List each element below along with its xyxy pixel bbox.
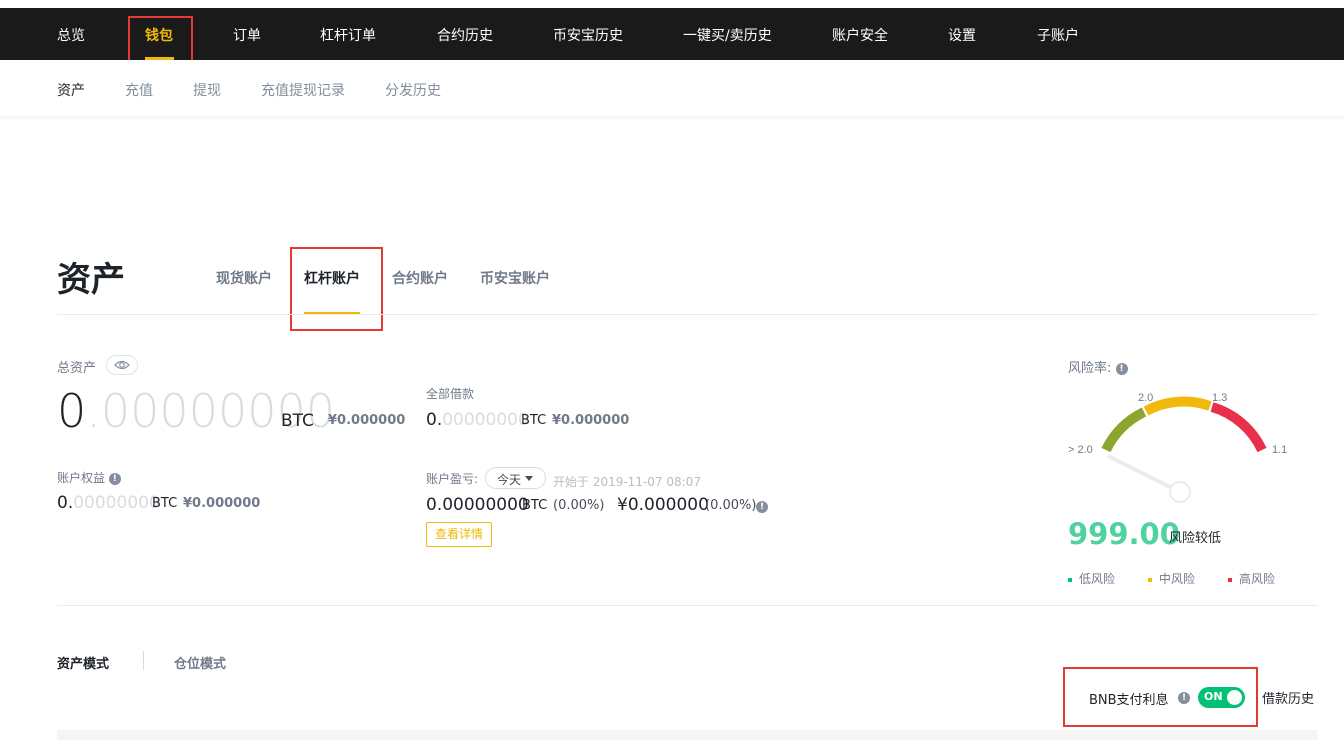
pnl-btc-unit: BTC (522, 498, 548, 513)
equity-cny: ¥0.000000 (183, 496, 261, 511)
pnl-period-value: 今天 (497, 473, 522, 487)
borrowed-value: 0.00000000 (426, 410, 529, 430)
top-strip (0, 0, 1344, 8)
pnl-btc-value: 0.00000000 (426, 495, 529, 515)
nav-savings-history[interactable]: 币安宝历史 (553, 25, 623, 45)
subnav-distribution-history[interactable]: 分发历史 (385, 80, 441, 100)
gauge-label-gt: > 2.0 (1068, 444, 1093, 456)
legend-high: 高风险 (1228, 570, 1275, 587)
risk-info-icon[interactable]: ! (1115, 362, 1128, 375)
equity-label: 账户权益 ! (57, 469, 121, 486)
tab-spot-account[interactable]: 现货账户 (216, 268, 272, 288)
legend-mid-dot (1148, 577, 1152, 582)
nav-sub-account[interactable]: 子账户 (1037, 25, 1079, 45)
subnav-deposit-withdraw-history[interactable]: 充值提现记录 (261, 80, 345, 100)
gauge-needle-hub (1169, 481, 1191, 503)
total-assets-unit: BTC (281, 411, 314, 431)
legend-low-dot (1068, 577, 1072, 582)
borrowed-int: 0. (426, 410, 443, 430)
legend-mid-label: 中风险 (1159, 572, 1196, 586)
equity-value: 0.00000000 (57, 493, 160, 513)
legend-mid: 中风险 (1148, 570, 1195, 587)
eye-toggle[interactable] (106, 355, 138, 375)
risk-status: 风险较低 (1169, 531, 1222, 546)
tab-position-mode[interactable]: 仓位模式 (174, 653, 226, 672)
equity-int: 0. (57, 493, 74, 513)
equity-decimals: 00000000 (73, 493, 160, 513)
highlight-box-margin-tab (290, 247, 383, 331)
pnl-cny-value: ¥0.000000 (617, 495, 709, 515)
total-assets-int: 0 (57, 384, 87, 438)
sub-nav: 资产 充值 提现 充值提现记录 分发历史 (0, 60, 1344, 116)
gauge-label-b: 1.3 (1212, 392, 1227, 404)
gauge-needle (1107, 454, 1179, 493)
risk-value: 999.00 (1068, 517, 1180, 551)
gauge-high-arc (1210, 402, 1267, 453)
borrowed-cny: ¥0.000000 (552, 413, 630, 428)
equity-unit: BTC (152, 496, 178, 511)
borrowed-unit: BTC (521, 413, 547, 428)
gauge-mid-arc (1143, 396, 1212, 416)
nav-futures-history[interactable]: 合约历史 (437, 25, 493, 45)
tab-savings-account[interactable]: 币安宝账户 (480, 268, 550, 288)
nav-settings[interactable]: 设置 (948, 25, 976, 45)
total-assets-cny: ¥0.000000 (328, 413, 406, 428)
gauge-low-arc (1101, 407, 1147, 453)
eye-icon (114, 360, 130, 370)
borrowed-decimals: 00000000 (442, 410, 529, 430)
equity-label-text: 账户权益 (57, 471, 106, 485)
nav-margin-orders[interactable]: 杠杆订单 (320, 25, 376, 45)
legend-high-label: 高风险 (1239, 572, 1276, 586)
page-title: 资产 (57, 260, 125, 300)
highlight-box-bnb (1063, 667, 1258, 727)
pnl-start-time: 开始于 2019-11-07 08:07 (553, 475, 701, 489)
gauge-label-c: 1.1 (1272, 444, 1287, 456)
total-assets-label: 总资产 (57, 361, 97, 376)
view-details-button[interactable]: 查看详情 (426, 522, 492, 547)
top-nav: 总览 钱包 订单 杠杆订单 合约历史 币安宝历史 一键买/卖历史 账户安全 设置… (0, 8, 1344, 60)
pnl-info-icon[interactable]: ! (756, 501, 768, 513)
legend-low: 低风险 (1068, 570, 1115, 587)
legend-high-dot (1228, 577, 1232, 582)
borrowed-label: 全部借款 (426, 387, 475, 401)
tab-futures-account[interactable]: 合约账户 (392, 268, 448, 288)
borrow-history-link[interactable]: 借款历史 (1262, 688, 1314, 707)
tab-asset-mode[interactable]: 资产模式 (57, 653, 109, 672)
chevron-down-icon (525, 476, 533, 481)
table-header-bar (57, 730, 1318, 740)
pnl-btc-pct: (0.00%) (553, 498, 605, 513)
section-divider (57, 605, 1318, 606)
subnav-withdraw[interactable]: 提现 (193, 80, 221, 100)
risk-gauge: > 2.0 2.0 1.3 1.1 (1068, 392, 1287, 503)
pnl-period-select[interactable]: 今天 (485, 467, 546, 489)
risk-label: 风险率: ! (1068, 357, 1128, 376)
pnl-cny-pct: (0.00%) (705, 498, 757, 513)
nav-orders[interactable]: 订单 (233, 25, 261, 45)
nav-overview[interactable]: 总览 (57, 25, 85, 45)
nav-account-security[interactable]: 账户安全 (832, 25, 888, 45)
gauge-label-a: 2.0 (1138, 392, 1153, 404)
tabs-divider (57, 314, 1318, 315)
legend-low-label: 低风险 (1079, 572, 1116, 586)
nav-quick-buy-sell-history[interactable]: 一键买/卖历史 (683, 25, 772, 45)
equity-info-icon[interactable]: ! (108, 472, 121, 485)
subnav-deposit[interactable]: 充值 (125, 80, 153, 100)
subnav-assets[interactable]: 资产 (57, 80, 85, 100)
risk-label-text: 风险率: (1068, 361, 1112, 376)
mode-divider (143, 651, 144, 670)
pnl-label: 账户盈亏: (426, 472, 479, 486)
